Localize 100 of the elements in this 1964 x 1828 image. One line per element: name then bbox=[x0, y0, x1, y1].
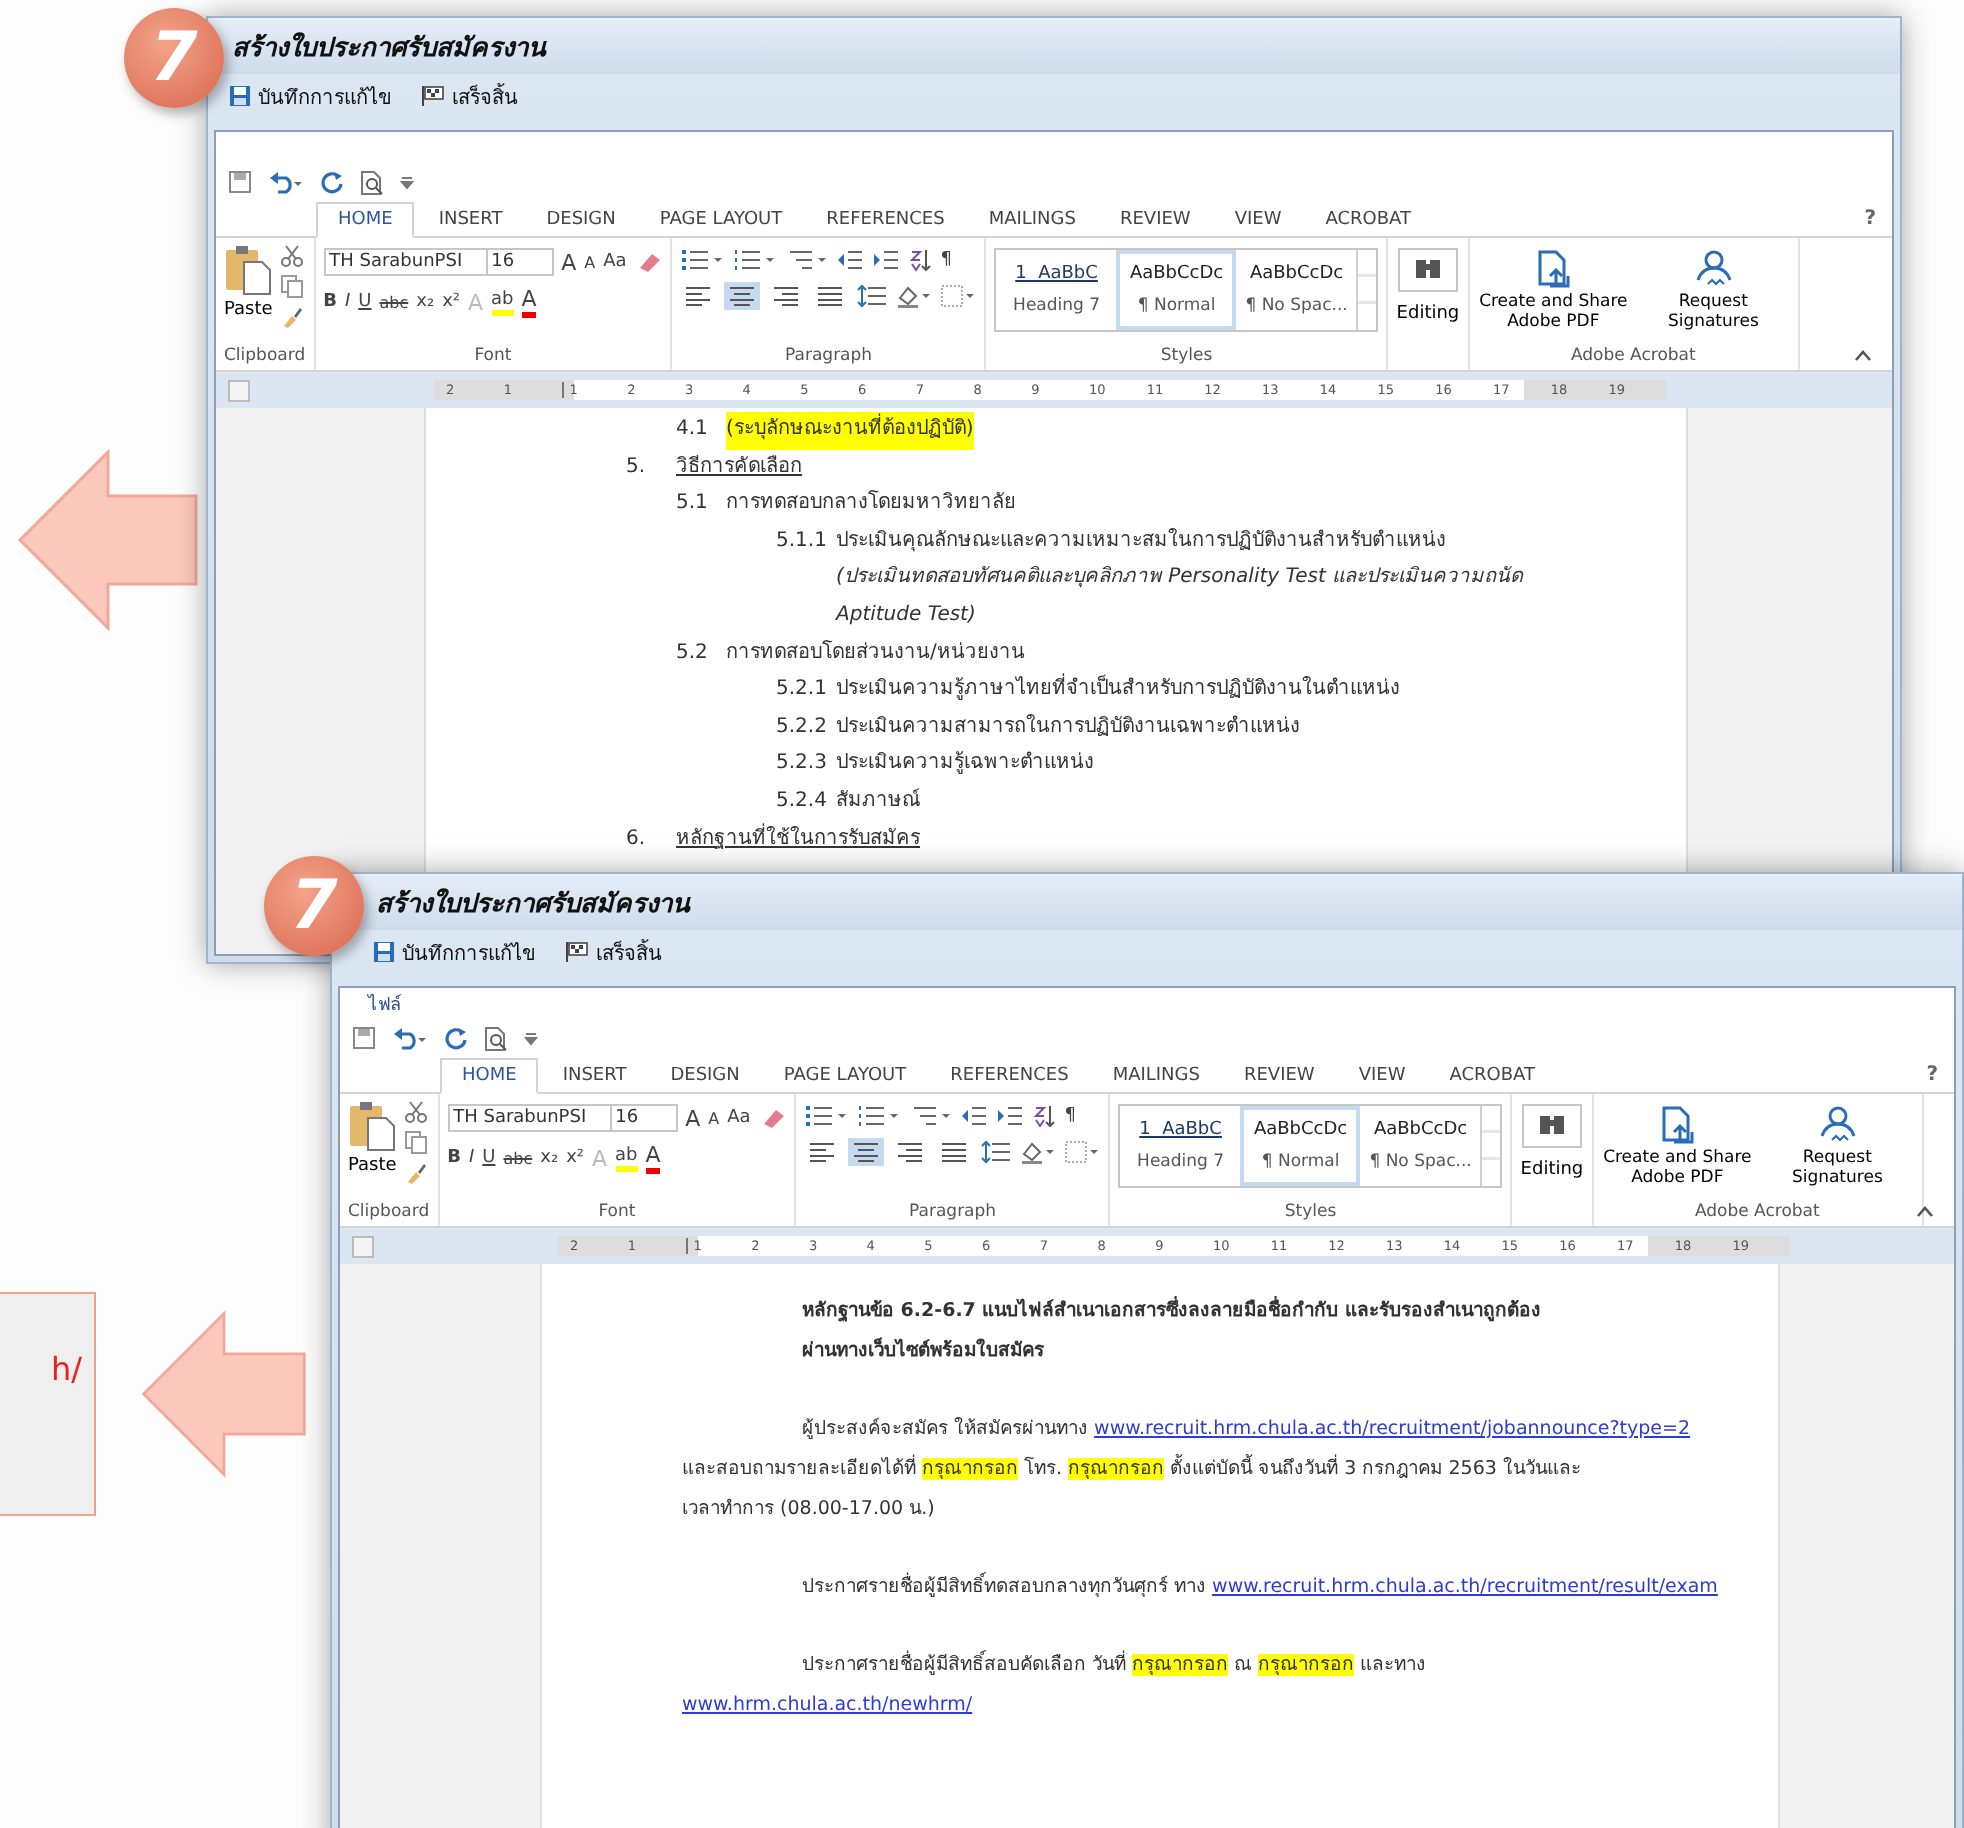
font-name-field[interactable]: TH SarabunPSI bbox=[447, 1104, 612, 1132]
collapse-ribbon-icon[interactable] bbox=[1916, 1206, 1934, 1218]
numbering-icon[interactable] bbox=[856, 1104, 901, 1128]
customize-icon[interactable] bbox=[524, 1030, 538, 1046]
customize-icon[interactable] bbox=[400, 174, 414, 190]
ribbon-tab[interactable]: VIEW bbox=[1214, 204, 1302, 236]
highlight-button[interactable]: ab bbox=[615, 1145, 638, 1171]
change-case-button[interactable]: Aa bbox=[727, 1108, 751, 1128]
acrobat-button[interactable]: Request Signatures bbox=[1637, 244, 1790, 346]
style-swatch[interactable]: 1 AaBbC Heading 7 bbox=[996, 250, 1117, 330]
highlight-button[interactable]: ab bbox=[491, 289, 514, 315]
decrease-indent-icon[interactable] bbox=[960, 1104, 989, 1128]
shrink-font-button[interactable]: A bbox=[584, 253, 596, 271]
brush-icon[interactable] bbox=[404, 1160, 429, 1184]
format-button[interactable]: x₂ bbox=[540, 1148, 559, 1168]
format-button[interactable]: I bbox=[344, 292, 351, 312]
style-swatch[interactable]: AaBbCcDc ¶ No Spac... bbox=[1236, 250, 1357, 330]
brush-icon[interactable] bbox=[280, 304, 305, 328]
ribbon-tab[interactable]: MAILINGS bbox=[968, 204, 1096, 236]
collapse-ribbon-icon[interactable] bbox=[1854, 350, 1872, 362]
editing-button[interactable]: Editing bbox=[1520, 1100, 1584, 1180]
ribbon-tab[interactable]: DESIGN bbox=[526, 204, 636, 236]
format-button[interactable]: B bbox=[447, 1148, 461, 1168]
show-marks-button[interactable]: ¶ bbox=[1064, 1106, 1077, 1126]
ribbon-tab[interactable]: DESIGN bbox=[650, 1060, 760, 1092]
font-name-field[interactable]: TH SarabunPSI bbox=[323, 248, 488, 276]
save-icon[interactable] bbox=[352, 1026, 376, 1050]
acrobat-button[interactable]: Create and Share Adobe PDF bbox=[1601, 1100, 1754, 1202]
print-preview-icon[interactable] bbox=[484, 1025, 508, 1051]
acrobat-button[interactable]: Request Signatures bbox=[1761, 1100, 1914, 1202]
ribbon-tab[interactable]: HOME bbox=[316, 202, 415, 238]
style-swatch[interactable]: AaBbCcDc ¶ No Spac... bbox=[1360, 1106, 1481, 1186]
file-menu[interactable]: ไฟล์ bbox=[368, 990, 402, 1018]
ribbon-tab[interactable]: INSERT bbox=[542, 1060, 647, 1092]
ribbon-tab[interactable]: HOME bbox=[440, 1058, 539, 1094]
acrobat-button[interactable]: Create and Share Adobe PDF bbox=[1477, 244, 1630, 346]
change-case-button[interactable]: Aa bbox=[603, 252, 627, 272]
undo-icon[interactable] bbox=[268, 170, 304, 194]
sort-icon[interactable] bbox=[1032, 1104, 1057, 1128]
increase-indent-icon[interactable] bbox=[996, 1104, 1025, 1128]
shading-icon[interactable] bbox=[896, 284, 933, 308]
eraser-icon[interactable] bbox=[758, 1106, 787, 1130]
scissors-icon[interactable] bbox=[404, 1100, 429, 1124]
scissors-icon[interactable] bbox=[280, 244, 305, 268]
bullets-icon[interactable] bbox=[804, 1104, 849, 1128]
help-button[interactable]: ? bbox=[1926, 1063, 1938, 1085]
ribbon-tab[interactable]: REFERENCES bbox=[930, 1060, 1089, 1092]
editing-button[interactable]: Editing bbox=[1396, 244, 1460, 324]
show-marks-button[interactable]: ¶ bbox=[940, 250, 953, 270]
format-button[interactable]: U bbox=[358, 292, 372, 312]
ribbon-tab[interactable]: MAILINGS bbox=[1092, 1060, 1220, 1092]
ribbon-tab[interactable]: REVIEW bbox=[1099, 204, 1211, 236]
font-size-field[interactable]: 16 bbox=[609, 1104, 678, 1132]
redo-icon[interactable] bbox=[444, 1026, 468, 1050]
ribbon-tab[interactable]: REVIEW bbox=[1223, 1060, 1335, 1092]
ribbon-tab[interactable]: REFERENCES bbox=[806, 204, 965, 236]
numbering-icon[interactable] bbox=[732, 248, 777, 272]
print-preview-icon[interactable] bbox=[360, 169, 384, 195]
font-color-button[interactable]: A bbox=[521, 286, 537, 318]
redo-icon[interactable] bbox=[320, 170, 344, 194]
undo-icon[interactable] bbox=[392, 1026, 428, 1050]
web-link[interactable]: www.recruit.hrm.chula.ac.th/recruitment/result/exam bbox=[1212, 1576, 1718, 1598]
ribbon-tab[interactable]: ACROBAT bbox=[1429, 1060, 1555, 1092]
help-button[interactable]: ? bbox=[1864, 207, 1876, 229]
bullets-icon[interactable] bbox=[680, 248, 725, 272]
format-button[interactable]: x₂ bbox=[416, 292, 435, 312]
eraser-icon[interactable] bbox=[634, 250, 663, 274]
format-button[interactable]: I bbox=[468, 1148, 475, 1168]
gallery-scrollbar[interactable] bbox=[1480, 1106, 1501, 1186]
align-button[interactable] bbox=[848, 1138, 885, 1166]
ribbon-tab[interactable]: PAGE LAYOUT bbox=[639, 204, 803, 236]
toolbar-button[interactable]: บันทึกการแก้ไข bbox=[228, 81, 392, 111]
line-spacing-icon[interactable] bbox=[856, 284, 889, 308]
paste-button[interactable]: Paste bbox=[224, 244, 273, 346]
web-link[interactable]: www.recruit.hrm.chula.ac.th/recruitment/jobannounce?type=2 bbox=[1094, 1418, 1691, 1440]
shrink-font-button[interactable]: A bbox=[708, 1109, 720, 1127]
format-button[interactable]: U bbox=[482, 1148, 496, 1168]
toolbar-button[interactable]: บันทึกการแก้ไข bbox=[372, 937, 536, 967]
multilevel-list-icon[interactable] bbox=[784, 248, 829, 272]
format-button[interactable]: abc bbox=[379, 293, 409, 311]
align-button[interactable] bbox=[724, 282, 761, 310]
ribbon-tab[interactable]: PAGE LAYOUT bbox=[763, 1060, 927, 1092]
line-spacing-icon[interactable] bbox=[980, 1140, 1013, 1164]
font-color-button[interactable]: A bbox=[645, 1142, 661, 1174]
copy-icon[interactable] bbox=[404, 1130, 429, 1154]
ribbon-tab[interactable]: ACROBAT bbox=[1305, 204, 1431, 236]
increase-indent-icon[interactable] bbox=[872, 248, 901, 272]
toolbar-button[interactable]: เสร็จสิ้น bbox=[564, 937, 662, 967]
format-button[interactable]: x² bbox=[442, 292, 460, 312]
decrease-indent-icon[interactable] bbox=[836, 248, 865, 272]
copy-icon[interactable] bbox=[280, 274, 305, 298]
web-link[interactable]: www.hrm.chula.ac.th/newhrm/ bbox=[682, 1694, 973, 1716]
format-button[interactable]: B bbox=[323, 292, 337, 312]
shading-icon[interactable] bbox=[1020, 1140, 1057, 1164]
gallery-scrollbar[interactable] bbox=[1356, 250, 1377, 330]
font-size-field[interactable]: 16 bbox=[485, 248, 554, 276]
ribbon-tab[interactable]: VIEW bbox=[1338, 1060, 1426, 1092]
grow-font-button[interactable]: A bbox=[561, 249, 577, 275]
multilevel-list-icon[interactable] bbox=[908, 1104, 953, 1128]
format-button[interactable]: abc bbox=[503, 1149, 533, 1167]
